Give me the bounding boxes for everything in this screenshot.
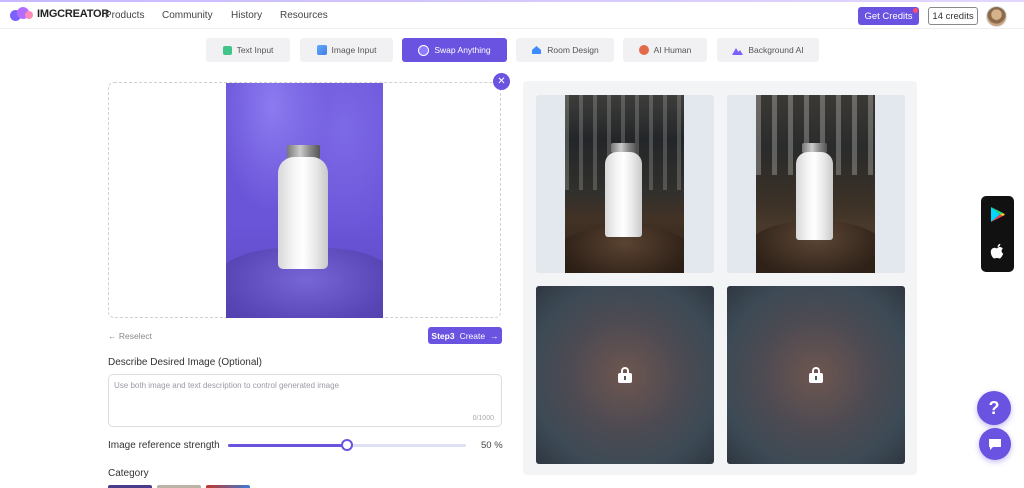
tab-swap-anything[interactable]: Swap Anything <box>402 38 507 62</box>
result-card-2[interactable] <box>727 95 905 273</box>
tab-label: AI Human <box>653 45 692 55</box>
top-navbar: IMGCREATOR Products Community History Re… <box>0 2 1024 29</box>
create-label: Create <box>459 330 486 341</box>
step-label: Step3 <box>431 330 455 341</box>
credits-count[interactable]: 14 credits <box>928 7 978 25</box>
tab-label: Image Input <box>331 45 377 55</box>
person-icon <box>638 45 649 55</box>
description-input[interactable]: Use both image and text description to c… <box>108 374 502 427</box>
tab-label: Text Input <box>236 45 274 55</box>
get-credits-button[interactable]: Get Credits <box>858 7 919 25</box>
app-store-dock <box>981 196 1014 272</box>
swap-icon <box>418 44 430 56</box>
create-button[interactable]: Step3 Create → <box>428 327 502 344</box>
tab-image-input[interactable]: Image Input <box>300 38 393 62</box>
image-icon <box>316 45 327 55</box>
logo[interactable]: IMGCREATOR <box>10 6 109 22</box>
help-icon: ? <box>988 397 1000 418</box>
category-label: Category <box>108 468 149 479</box>
strength-value: 50 % <box>481 440 503 451</box>
notification-dot <box>913 8 918 13</box>
house-icon <box>532 46 542 54</box>
apple-icon[interactable] <box>990 243 1005 260</box>
get-credits-label: Get Credits <box>864 10 913 22</box>
results-panel <box>523 81 917 475</box>
lock-icon <box>809 367 823 383</box>
logo-mark-icon <box>10 6 34 22</box>
result-image-2 <box>756 95 875 273</box>
strength-label: Image reference strength <box>108 440 220 451</box>
chat-icon <box>989 438 1001 450</box>
close-icon: ✕ <box>497 76 506 87</box>
result-image-1 <box>565 95 684 273</box>
nav-history[interactable]: History <box>231 10 262 21</box>
result-card-1[interactable] <box>536 95 714 273</box>
result-card-3-locked[interactable] <box>536 286 714 464</box>
result-card-4-locked[interactable] <box>727 286 905 464</box>
reselect-link[interactable]: ← Reselect <box>108 331 152 341</box>
nav-community[interactable]: Community <box>162 10 213 21</box>
strength-slider-thumb[interactable] <box>341 439 353 451</box>
char-count: 0/1000 <box>472 415 494 422</box>
arrow-right-icon: → <box>490 330 499 341</box>
arrow-left-icon: ← <box>108 331 117 341</box>
logo-text: IMGCREATOR <box>37 8 110 20</box>
remove-image-button[interactable]: ✕ <box>493 73 510 90</box>
tab-label: Swap Anything <box>434 45 491 55</box>
tab-ai-human[interactable]: AI Human <box>623 38 707 62</box>
description-label: Describe Desired Image (Optional) <box>108 357 262 368</box>
tab-label: Room Design <box>547 45 599 55</box>
mountain-icon <box>732 47 744 55</box>
strength-slider-fill <box>228 444 347 447</box>
tab-room-design[interactable]: Room Design <box>516 38 614 62</box>
chat-button[interactable] <box>979 428 1011 460</box>
google-play-icon[interactable] <box>990 206 1006 223</box>
reselect-label: Reselect <box>118 331 152 341</box>
tab-background-ai[interactable]: Background AI <box>717 38 819 62</box>
tab-label: Background AI <box>748 45 804 55</box>
description-placeholder: Use both image and text description to c… <box>114 381 340 390</box>
tab-text-input[interactable]: Text Input <box>206 38 290 62</box>
source-image <box>226 83 383 318</box>
help-button[interactable]: ? <box>977 391 1011 425</box>
avatar[interactable] <box>986 6 1007 27</box>
nav-resources[interactable]: Resources <box>280 10 328 21</box>
text-icon <box>222 45 232 55</box>
lock-icon <box>618 367 632 383</box>
nav-products[interactable]: Products <box>105 10 144 21</box>
